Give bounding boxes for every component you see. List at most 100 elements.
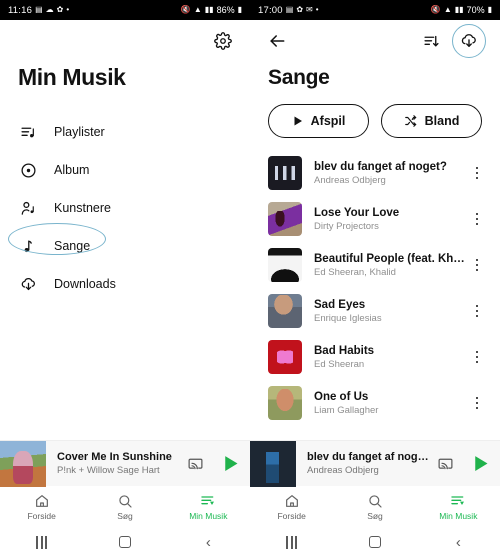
recents-icon xyxy=(286,535,298,549)
sidebar-item-label: Album xyxy=(54,163,90,177)
song-meta: Lose Your Love Dirty Projectors xyxy=(302,207,468,232)
cast-icon[interactable] xyxy=(180,455,210,472)
play-icon[interactable] xyxy=(210,453,250,474)
app-bar-actions xyxy=(418,24,486,58)
note-icon xyxy=(18,236,38,256)
app-bar-left xyxy=(0,20,250,62)
shuffle-icon xyxy=(404,114,418,128)
recents-button[interactable] xyxy=(250,535,333,549)
song-list-item[interactable]: Beautiful People (feat. Khalid) Ed Sheer… xyxy=(250,242,500,288)
bottom-nav-forside[interactable]: Forside xyxy=(0,486,83,528)
song-meta: Sad Eyes Enrique Iglesias xyxy=(302,299,468,324)
mute-icon: 🔇 xyxy=(180,5,191,14)
annotation-circle-download xyxy=(452,24,486,58)
gear-icon[interactable] xyxy=(210,28,236,54)
sidebar-item-sange[interactable]: Sange xyxy=(0,223,250,265)
back-button[interactable]: ‹ xyxy=(167,535,250,550)
back-button[interactable]: ‹ xyxy=(417,535,500,550)
song-overflow-menu-icon[interactable] xyxy=(468,166,486,180)
battery-level: 70% xyxy=(466,5,485,15)
bland-button[interactable]: Bland xyxy=(381,104,482,138)
back-chevron-icon: ‹ xyxy=(455,533,461,551)
bland-label: Bland xyxy=(424,114,460,128)
afspil-button[interactable]: Afspil xyxy=(268,104,369,138)
bottom-nav-sog[interactable]: Søg xyxy=(83,486,166,528)
dual-screenshot-container: 11:16 ▤ ☁ ✿ • 🔇 ▲ ▮▮ 86% ▮ Min Musik Pla… xyxy=(0,0,500,556)
song-overflow-menu-icon[interactable] xyxy=(468,258,486,272)
song-overflow-menu-icon[interactable] xyxy=(468,350,486,364)
battery-icon: ▮ xyxy=(237,5,242,14)
library-icon xyxy=(450,493,466,509)
sidebar-item-kunstnere[interactable]: Kunstnere xyxy=(0,189,250,227)
bottom-nav-label: Min Musik xyxy=(189,511,228,521)
action-buttons: Afspil Bland xyxy=(250,90,500,138)
mini-player-artwork xyxy=(0,440,46,487)
bottom-nav-forside[interactable]: Forside xyxy=(250,486,333,528)
cloud-icon: ☁ xyxy=(45,5,54,14)
song-list-item[interactable]: One of Us Liam Gallagher xyxy=(250,380,500,426)
recents-button[interactable] xyxy=(0,535,83,549)
signal-icon: ▮▮ xyxy=(204,5,214,14)
battery-icon: ▮ xyxy=(487,5,492,14)
mini-player-artwork xyxy=(250,440,296,487)
system-nav-left: ‹ xyxy=(0,528,250,556)
mini-player-meta: Cover Me In Sunshine P!nk + Willow Sage … xyxy=(46,451,180,476)
sidebar-item-playlister[interactable]: Playlister xyxy=(0,113,250,151)
song-artist: Andreas Odbjerg xyxy=(314,174,386,186)
search-icon xyxy=(367,493,383,509)
bottom-nav-label: Søg xyxy=(117,511,133,521)
album-artwork xyxy=(268,202,302,236)
song-list-item[interactable]: Bad Habits Ed Sheeran xyxy=(250,334,500,380)
song-list-item[interactable]: Lose Your Love Dirty Projectors xyxy=(250,196,500,242)
download-cloud-icon xyxy=(18,274,38,294)
right-phone-screen: 17:00 ▤ ✿ ✉ • 🔇 ▲ ▮▮ 70% ▮ Sange Afspil … xyxy=(250,0,500,556)
recents-icon xyxy=(36,535,48,549)
song-meta: Bad Habits Ed Sheeran xyxy=(302,345,468,370)
mini-player-left[interactable]: Cover Me In Sunshine P!nk + Willow Sage … xyxy=(0,440,250,487)
sidebar-item-downloads[interactable]: Downloads xyxy=(0,265,250,303)
back-arrow-icon[interactable] xyxy=(264,28,290,54)
artist-icon xyxy=(18,198,38,218)
home-button[interactable] xyxy=(333,536,416,548)
song-list-item[interactable]: Sad Eyes Enrique Iglesias xyxy=(250,288,500,334)
mini-player-right[interactable]: blev du fanget af noget? Andreas Odbjerg xyxy=(250,440,500,487)
gear-icon: ✿ xyxy=(56,5,64,14)
sidebar-item-album[interactable]: Album xyxy=(0,151,250,189)
status-bar-left-group: 11:16 ▤ ☁ ✿ • xyxy=(8,5,69,16)
play-icon[interactable] xyxy=(460,453,500,474)
library-nav-list: Playlister Album Kunstnere Sange Downloa… xyxy=(0,113,250,303)
sort-icon[interactable] xyxy=(418,28,444,54)
wifi-icon: ▲ xyxy=(443,5,452,14)
song-title: Bad Habits xyxy=(314,344,375,357)
bottom-nav-sog[interactable]: Søg xyxy=(333,486,416,528)
status-time: 17:00 xyxy=(258,4,283,16)
status-bar-right: 17:00 ▤ ✿ ✉ • 🔇 ▲ ▮▮ 70% ▮ xyxy=(250,0,500,20)
bottom-nav-min-musik[interactable]: Min Musik xyxy=(417,486,500,528)
battery-level: 86% xyxy=(216,5,235,15)
song-overflow-menu-icon[interactable] xyxy=(468,212,486,226)
album-artwork xyxy=(268,294,302,328)
home-button[interactable] xyxy=(83,536,166,548)
bottom-nav-min-musik[interactable]: Min Musik xyxy=(167,486,250,528)
back-chevron-icon: ‹ xyxy=(205,533,211,551)
song-title: blev du fanget af noget? xyxy=(314,160,447,173)
song-list-item[interactable]: blev du fanget af noget? Andreas Odbjerg xyxy=(250,150,500,196)
song-artist: Liam Gallagher xyxy=(314,404,379,416)
status-bar-left-group: 17:00 ▤ ✿ ✉ • xyxy=(258,5,319,16)
album-artwork xyxy=(268,386,302,420)
mini-player-title: blev du fanget af noget? xyxy=(307,451,430,463)
bottom-nav-label: Søg xyxy=(367,511,383,521)
cast-icon[interactable] xyxy=(430,455,460,472)
dot-icon: • xyxy=(315,5,319,14)
download-cloud-icon[interactable] xyxy=(456,28,482,54)
gear-icon: ✿ xyxy=(296,5,304,14)
song-meta: blev du fanget af noget? Andreas Odbjerg xyxy=(302,161,468,186)
song-artist: Ed Sheeran, Khalid xyxy=(314,266,396,278)
library-icon xyxy=(200,493,216,509)
song-overflow-menu-icon[interactable] xyxy=(468,304,486,318)
bottom-nav-right: Forside Søg Min Musik xyxy=(250,486,500,528)
home-icon xyxy=(284,493,300,509)
song-overflow-menu-icon[interactable] xyxy=(468,396,486,410)
mini-player-artist: Andreas Odbjerg xyxy=(307,465,379,476)
song-artist: Dirty Projectors xyxy=(314,220,379,232)
